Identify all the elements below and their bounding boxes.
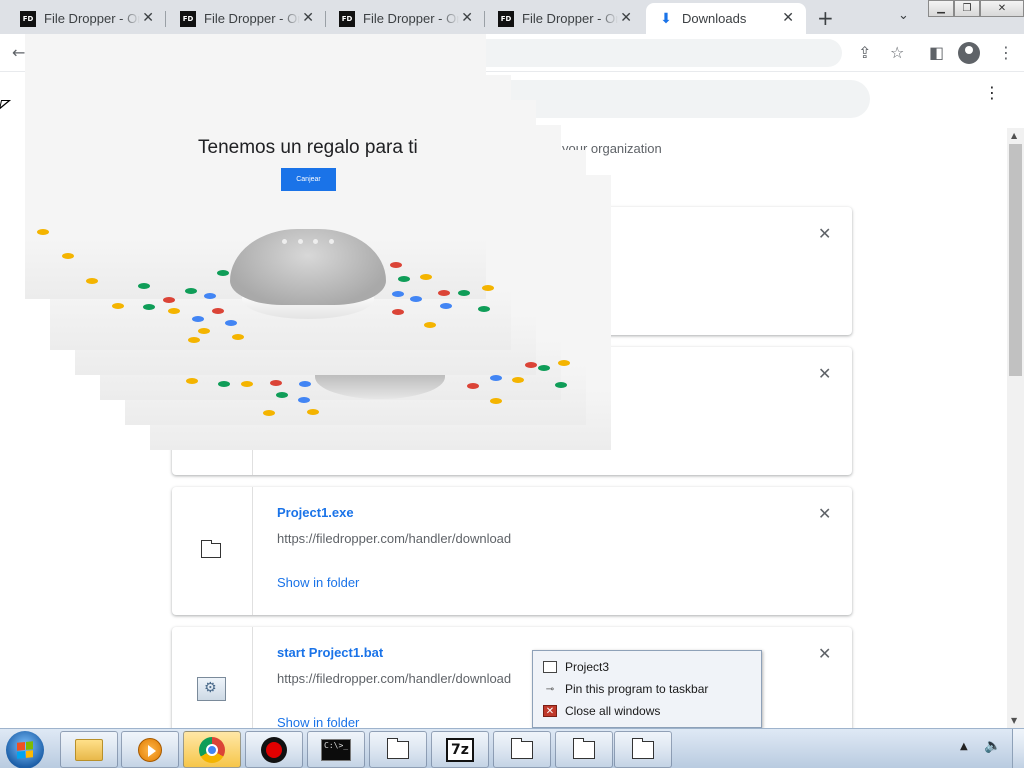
chrome-icon	[199, 736, 225, 763]
window-icon	[543, 661, 557, 673]
media-player-icon	[138, 737, 162, 762]
taskbar-media-player-button[interactable]	[121, 731, 179, 768]
scrollbar-thumb[interactable]	[1009, 144, 1022, 376]
window-icon	[573, 737, 595, 759]
tab-downloads[interactable]: ⬇ Downloads ✕	[646, 3, 806, 34]
window-icon	[201, 540, 221, 558]
taskbar-window-button[interactable]	[493, 731, 551, 768]
download-filename-link[interactable]: Project1.exe	[277, 505, 354, 520]
tab-file-dropper-2[interactable]: FD File Dropper - Onl ✕	[160, 3, 326, 34]
taskbar-explorer-button[interactable]	[60, 731, 118, 768]
taskbar-chrome-button[interactable]	[183, 731, 241, 768]
window-controls: ▁ ❐ ✕	[928, 0, 1024, 18]
close-all-icon: ✕	[543, 705, 557, 717]
redeem-button[interactable]: Canjear	[281, 168, 336, 191]
tab-search-button[interactable]: ⌄	[898, 8, 909, 23]
tab-close-icon[interactable]: ✕	[620, 10, 632, 26]
jumplist-item-label: Pin this program to taskbar	[565, 682, 709, 696]
jumplist-item-label: Project3	[565, 660, 610, 674]
new-tab-button[interactable]: +	[817, 6, 834, 30]
tab-title: File Dropper - Onl	[363, 11, 459, 26]
download-filename-link[interactable]: start Project1.bat	[277, 645, 383, 660]
tab-file-dropper-3[interactable]: FD File Dropper - Onl ✕	[319, 3, 485, 34]
tray-overflow-icon[interactable]: ▲	[960, 741, 968, 752]
smart-speaker-image	[230, 229, 386, 325]
restore-icon[interactable]: ❐	[954, 0, 980, 17]
tab-file-dropper-4[interactable]: FD File Dropper - Onl ✕	[478, 3, 644, 34]
command-prompt-icon: C:\>_	[321, 738, 351, 761]
tab-strip: FD File Dropper - Onl ✕ FD File Dropper …	[0, 0, 1024, 34]
jumplist-item-close-all[interactable]: ✕ Close all windows	[543, 702, 660, 720]
download-item-project1-exe: Project1.exe https://filedropper.com/han…	[172, 487, 852, 615]
tab-title: File Dropper - Onl	[44, 11, 140, 26]
tab-title: Downloads	[682, 11, 747, 26]
window-icon	[387, 737, 409, 759]
folder-icon	[75, 738, 103, 761]
taskbar-recorder-button[interactable]	[245, 731, 303, 768]
remove-download-icon[interactable]: ✕	[818, 504, 831, 523]
windows-logo-icon	[17, 741, 33, 759]
show-desktop-button[interactable]	[1012, 729, 1024, 768]
download-source-url: https://filedropper.com/handler/download	[277, 671, 512, 686]
popup-headline: Tenemos un regalo para ti	[198, 137, 418, 158]
file-dropper-favicon: FD	[339, 10, 355, 27]
window-close-icon[interactable]: ✕	[980, 0, 1024, 17]
download-icon-column	[172, 487, 253, 615]
jumplist-item-label: Close all windows	[565, 704, 661, 718]
tab-title: File Dropper - Onl	[204, 11, 300, 26]
taskbar-window-button[interactable]	[369, 731, 427, 768]
download-icon-column	[172, 627, 253, 728]
file-dropper-favicon: FD	[180, 10, 196, 27]
file-dropper-favicon: FD	[20, 10, 36, 27]
tab-close-icon[interactable]: ✕	[461, 10, 473, 26]
taskbar-project3-button[interactable]	[614, 731, 672, 768]
side-panel-icon[interactable]: ◧	[929, 43, 944, 62]
show-in-folder-link[interactable]: Show in folder	[277, 575, 359, 590]
tab-title: File Dropper - Onl	[522, 11, 618, 26]
taskbar-cmd-button[interactable]: C:\>_	[307, 731, 365, 768]
remove-download-icon[interactable]: ✕	[818, 364, 831, 383]
jumplist-item-pin[interactable]: ⊸ Pin this program to taskbar	[543, 680, 709, 698]
browser-menu-icon[interactable]: ⋮	[998, 43, 1014, 62]
volume-icon[interactable]: 🔈	[984, 738, 1001, 754]
file-dropper-favicon: FD	[498, 10, 514, 27]
taskbar-window-button[interactable]	[555, 731, 613, 768]
record-icon	[261, 736, 287, 763]
remove-download-icon[interactable]: ✕	[818, 644, 831, 663]
window-icon	[511, 737, 533, 759]
show-in-folder-link[interactable]: Show in folder	[277, 715, 359, 728]
download-icon: ⬇	[660, 10, 672, 27]
taskbar-7zip-button[interactable]: 7z	[431, 731, 489, 768]
bookmark-star-icon[interactable]: ☆	[890, 43, 904, 62]
minimize-icon[interactable]: ▁	[928, 0, 954, 17]
scroll-up-arrow-icon[interactable]: ▲	[1011, 131, 1017, 140]
batch-file-icon	[197, 677, 226, 701]
7zip-icon: 7z	[446, 737, 474, 762]
jumplist-item-project3[interactable]: Project3	[543, 658, 609, 676]
tab-file-dropper-1[interactable]: FD File Dropper - Onl ✕	[0, 3, 166, 34]
windows-taskbar: C:\>_ 7z ▲ 🔈	[0, 728, 1024, 768]
tab-close-icon[interactable]: ✕	[142, 10, 154, 26]
profile-avatar[interactable]	[958, 42, 980, 64]
share-icon[interactable]: ⇪	[858, 43, 871, 62]
tab-close-icon[interactable]: ✕	[302, 10, 314, 26]
start-button[interactable]	[6, 731, 44, 768]
download-source-url: https://filedropper.com/handler/download	[277, 531, 512, 546]
remove-download-icon[interactable]: ✕	[818, 224, 831, 243]
taskbar-jumplist: Project3 ⊸ Pin this program to taskbar ✕…	[532, 650, 762, 728]
page-scrollbar[interactable]: ▲ ▼	[1007, 128, 1024, 728]
pin-icon: ⊸	[545, 683, 555, 695]
tab-close-icon[interactable]: ✕	[782, 10, 794, 26]
window-icon	[632, 737, 654, 759]
downloads-menu-icon[interactable]: ⋮	[984, 85, 1000, 101]
back-icon[interactable]: ←	[12, 43, 25, 62]
scroll-down-arrow-icon[interactable]: ▼	[1011, 716, 1017, 725]
